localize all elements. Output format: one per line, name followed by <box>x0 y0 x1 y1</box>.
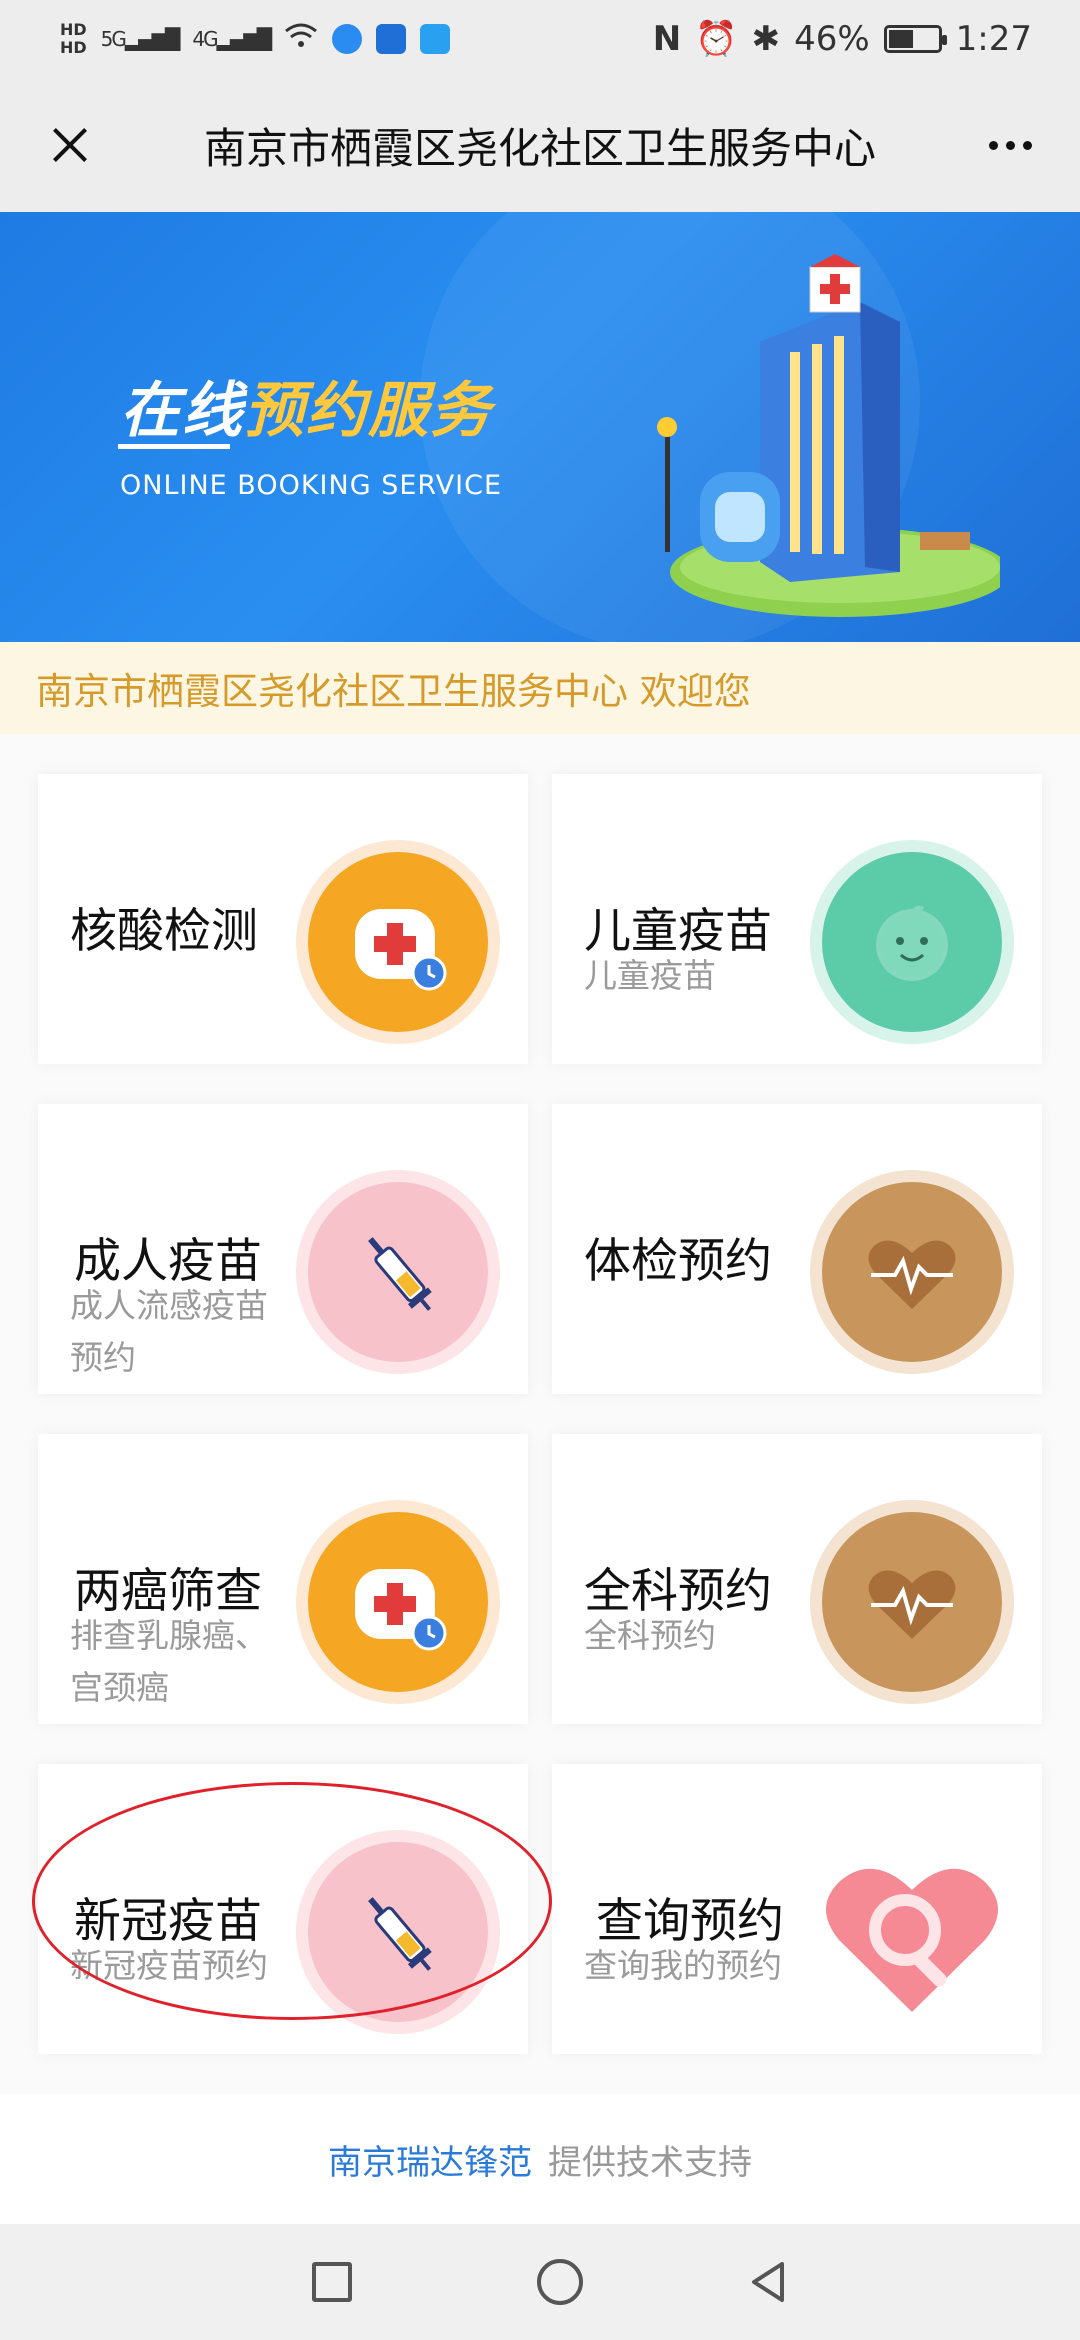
service-title: 体检预约 <box>584 1234 772 1289</box>
app-notification-icon <box>420 24 451 54</box>
footer: 南京瑞达锋范 提供技术支持 <box>0 2094 1080 2224</box>
title-bar: 南京市栖霞区尧化社区卫生服务中心 <box>0 78 1080 212</box>
system-nav-bar <box>0 2224 1080 2340</box>
service-card-child-vaccine[interactable]: 儿童疫苗 儿童疫苗 <box>552 774 1042 1064</box>
wifi-icon <box>284 19 318 59</box>
page-title: 南京市栖霞区尧化社区卫生服务中心 <box>203 123 876 173</box>
service-subtitle: 儿童疫苗 <box>584 956 716 995</box>
status-bar-left: HD HD 5G▂▄▆█ 4G▂▄▆█ <box>60 19 451 59</box>
nfc-icon: N <box>652 19 682 59</box>
banner-subtitle: ONLINE BOOKING SERVICE <box>120 470 503 501</box>
service-card-physical-exam[interactable]: 体检预约 <box>552 1104 1042 1394</box>
tech-support-brand[interactable]: 南京瑞达锋范 <box>328 2135 532 2184</box>
service-card-nucleic-acid-test[interactable]: 核酸检测 <box>38 774 528 1064</box>
banner-underline <box>118 444 230 449</box>
service-subtitle: 排查乳腺癌、宫颈癌 <box>70 1616 268 1707</box>
medical-kit-clock-icon <box>296 840 500 1044</box>
service-subtitle: 全科预约 <box>584 1616 716 1655</box>
service-card-adult-vaccine[interactable]: 成人疫苗 成人流感疫苗预约 <box>38 1104 528 1394</box>
status-bar: HD HD 5G▂▄▆█ 4G▂▄▆█ N ⏰ ✱ 46% 1:27 <box>0 0 1080 78</box>
service-card-query-appointment[interactable]: 查询预约 查询我的预约 <box>552 1764 1042 2054</box>
heart-pulse-icon <box>810 1170 1014 1374</box>
tech-support-text: 提供技术支持 <box>548 2142 752 2183</box>
banner-title-part1: 在线 <box>120 376 244 446</box>
syringe-icon <box>296 1170 500 1374</box>
banner-title: 在线预约服务 <box>120 362 492 449</box>
heart-search-icon <box>810 1830 1014 2034</box>
recent-apps-button[interactable] <box>312 2262 353 2302</box>
status-bar-right: N ⏰ ✱ 46% 1:27 <box>653 19 1032 59</box>
service-card-general-practice[interactable]: 全科预约 全科预约 <box>552 1434 1042 1724</box>
more-options-icon[interactable] <box>980 115 1040 175</box>
signal-5g-icon: 5G▂▄▆█ <box>100 27 181 51</box>
highlight-annotation <box>32 1782 552 2020</box>
heart-pulse-icon <box>810 1500 1014 1704</box>
close-icon[interactable] <box>40 115 100 175</box>
baby-face-icon <box>810 840 1014 1044</box>
welcome-banner: 南京市栖霞区尧化社区卫生服务中心 欢迎您 <box>0 642 1080 734</box>
bluetooth-icon: ✱ <box>751 19 781 59</box>
service-grid: 核酸检测 儿童疫苗 儿童疫苗 成人疫苗 成人流感疫苗预约 体检预约 两癌筛查 排… <box>0 734 1080 2094</box>
medical-kit-clock-icon <box>296 1500 500 1704</box>
battery-percent: 46% <box>794 19 870 59</box>
alarm-icon: ⏰ <box>695 19 738 59</box>
banner: 在线预约服务 ONLINE BOOKING SERVICE <box>0 212 1080 642</box>
hd-indicator: HD HD <box>60 20 87 57</box>
signal-4g-icon: 4G▂▄▆█ <box>192 27 272 51</box>
service-subtitle: 成人流感疫苗预约 <box>70 1286 268 1377</box>
app-notification-icon <box>332 24 363 54</box>
banner-title-part2: 预约服务 <box>244 376 492 446</box>
app-notification-icon <box>376 24 407 54</box>
service-title: 核酸检测 <box>70 904 258 959</box>
hospital-building-icon <box>657 254 1000 617</box>
service-subtitle: 查询我的预约 <box>584 1946 782 1985</box>
home-button[interactable] <box>536 2259 583 2305</box>
clock: 1:27 <box>955 19 1032 59</box>
battery-icon <box>883 25 947 53</box>
service-card-cancer-screening[interactable]: 两癌筛查 排查乳腺癌、宫颈癌 <box>38 1434 528 1724</box>
